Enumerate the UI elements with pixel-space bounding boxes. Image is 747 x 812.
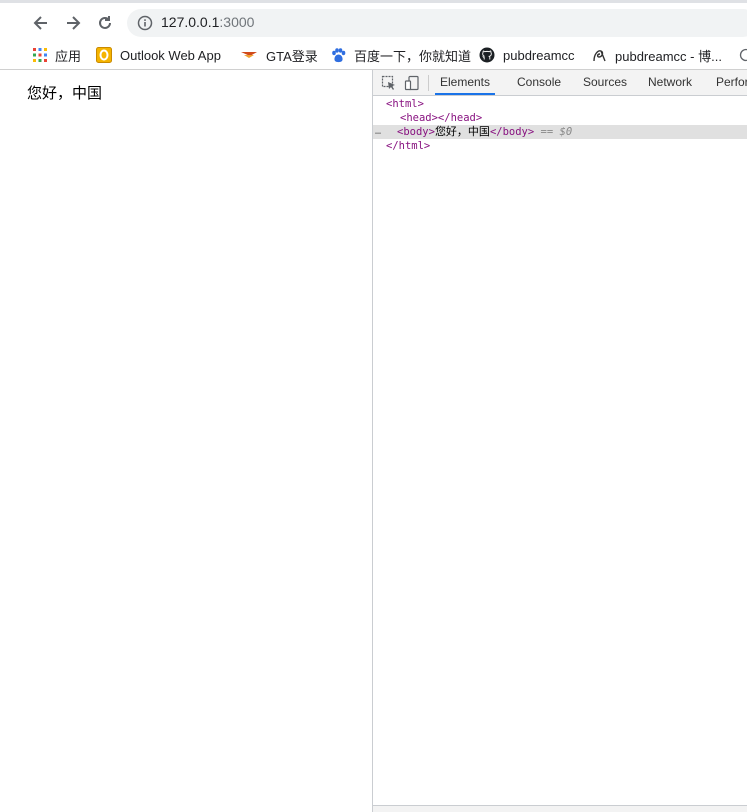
gta-icon [240, 49, 258, 61]
bookmark-label: pubdreamcc [503, 47, 575, 63]
url-text[interactable]: 127.0.0.1:3000 [161, 14, 254, 30]
device-toggle-button[interactable] [404, 75, 420, 91]
body-close-tag: </body> [489, 126, 535, 138]
body-open-tag: <body> [397, 126, 435, 138]
blog-icon [592, 48, 607, 63]
back-button[interactable] [29, 11, 53, 35]
info-icon[interactable] [137, 15, 153, 31]
reload-icon [99, 16, 111, 29]
bookmark-blog[interactable]: pubdreamcc - 博... [592, 45, 722, 65]
devtools-bottom-drawer [373, 805, 747, 812]
tab-performance[interactable]: Perfor [716, 70, 747, 95]
tab-elements[interactable]: Elements [435, 70, 495, 95]
bookmark-github[interactable]: pubdreamcc [479, 45, 575, 65]
bookmark-label: Outlook Web App [120, 47, 221, 63]
bookmark-gta[interactable]: GTA登录 [240, 45, 318, 65]
bookmark-apps[interactable]: 应用 [33, 45, 81, 65]
browser-toolbar: 127.0.0.1:3000 [0, 0, 747, 40]
apps-grid-icon [33, 48, 47, 62]
address-bar[interactable]: 127.0.0.1:3000 [127, 9, 747, 37]
body-text-node: 您好，中国 [434, 125, 490, 138]
device-mobile-icon [404, 75, 419, 91]
outlook-icon [96, 47, 112, 63]
bookmark-label: 应用 [55, 48, 82, 64]
node-actions-ellipsis[interactable]: … [375, 125, 381, 139]
bookmark-baidu[interactable]: 百度一下，你就知道 [331, 45, 471, 65]
bookmark-outlook[interactable]: Outlook Web App [96, 45, 221, 65]
tab-console[interactable]: Console [517, 70, 561, 95]
bookmark-label: pubdreamcc - 博... [615, 48, 722, 64]
tab-sources[interactable]: Sources [583, 70, 627, 95]
bookmarks-bar: 应用 Outlook Web App GTA登录 百度一下，你就知道 pubdr… [0, 40, 747, 70]
devtools-panel: Elements Console Sources Network Perfor … [372, 70, 747, 812]
toolbar-divider [428, 75, 429, 91]
dom-node-html-close[interactable]: </html> [386, 139, 430, 153]
arrow-right-icon [67, 16, 81, 30]
selected-marker: == $0 [540, 126, 573, 138]
tab-network[interactable]: Network [648, 70, 692, 95]
github-icon [479, 47, 495, 63]
bookmark-label: GTA登录 [266, 48, 318, 64]
page-body-text: 您好，中国 [27, 84, 103, 102]
url-host: 127.0.0.1 [161, 14, 220, 30]
inspect-element-button[interactable] [381, 75, 397, 91]
page-viewport: 您好，中国 [0, 70, 372, 812]
dom-node-head[interactable]: <head></head> [400, 111, 482, 125]
bookmark-overflow[interactable] [738, 45, 747, 65]
bookmark-label: 百度一下，你就知道 [354, 48, 472, 64]
forward-button[interactable] [61, 11, 85, 35]
arrow-left-icon [33, 16, 47, 30]
reload-button[interactable] [93, 11, 117, 35]
url-port: :3000 [219, 14, 255, 30]
dom-node-body[interactable]: <body>您好，中国</body> == $0 [397, 125, 572, 139]
baidu-paw-icon [331, 47, 346, 63]
dom-node-html-open[interactable]: <html> [386, 97, 424, 111]
globe-icon [738, 48, 747, 62]
inspect-cursor-icon [381, 75, 395, 90]
devtools-tabbar: Elements Console Sources Network Perfor [373, 70, 747, 96]
